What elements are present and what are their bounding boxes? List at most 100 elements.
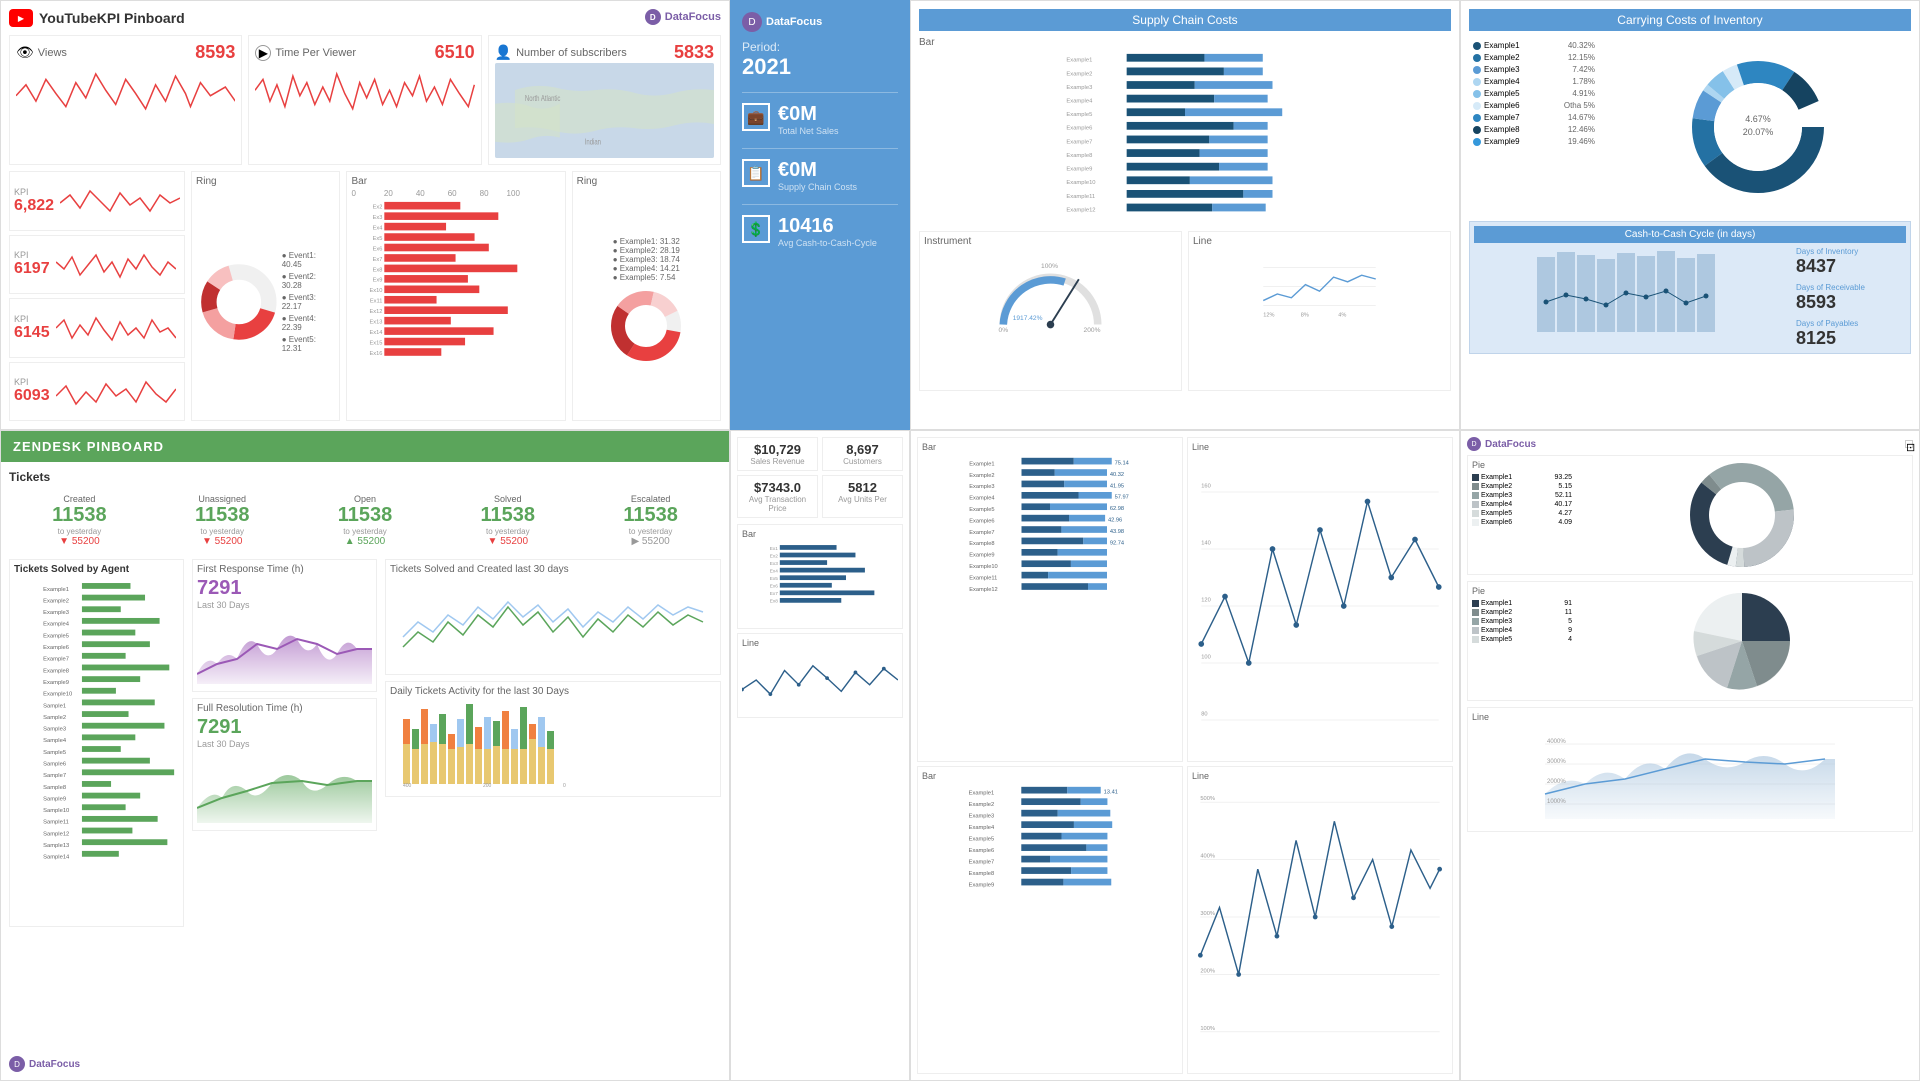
datafocus-brand: D DataFocus (645, 9, 721, 25)
svg-text:Example3: Example3 (1066, 85, 1092, 91)
period-year: 2021 (742, 54, 898, 80)
svg-text:Sample9: Sample9 (43, 796, 66, 802)
time-label: Time Per Viewer (275, 47, 356, 59)
right-panel-header: D DataFocus ⊡ (1467, 437, 1913, 451)
svg-text:Ex11: Ex11 (370, 299, 383, 305)
svg-text:Example8: Example8 (43, 668, 69, 674)
svg-text:Sample2: Sample2 (43, 715, 66, 721)
zendesk-header: ZENDESK PINBOARD (1, 431, 729, 462)
period-brand: DataFocus (766, 16, 822, 28)
solved-created-chart: Tickets Solved and Created last 30 days (385, 559, 721, 675)
legend-item-2: Example212.15% (1473, 53, 1595, 62)
svg-text:Indian: Indian (584, 138, 600, 147)
kpi-item-4: KPI 6093 (9, 362, 185, 422)
pie2-legend: Pie Example191 Example211 Example35 Exam… (1472, 586, 1572, 696)
svg-text:Ex12: Ex12 (370, 309, 383, 315)
svg-text:Example4: Example4 (1066, 99, 1093, 105)
datafocus-brand-label: DataFocus (665, 11, 721, 23)
svg-text:Example5: Example5 (969, 836, 995, 842)
svg-text:40.32: 40.32 (1110, 472, 1124, 478)
right-line-section: Line 1000% 2000% 3000% 4 (1467, 707, 1913, 832)
right-brand-label: DataFocus (1485, 439, 1536, 450)
svg-text:Example9: Example9 (969, 553, 994, 559)
svg-text:Ex2: Ex2 (770, 553, 779, 559)
svg-text:41.95: 41.95 (1110, 483, 1124, 489)
cash-cycle-bar-chart (1474, 247, 1790, 337)
tickets-label: Tickets (9, 470, 721, 484)
svg-text:Example6: Example6 (1066, 126, 1092, 132)
carrying-legend: Example140.32% Example212.15% Example37.… (1469, 37, 1599, 217)
svg-text:Ex7: Ex7 (373, 257, 383, 263)
chart-bar-top: Bar Example175.14 Example240.32 Example3… (917, 437, 1183, 762)
svg-text:200%: 200% (1084, 327, 1101, 334)
svg-text:Example8: Example8 (969, 871, 995, 877)
svg-text:Sample5: Sample5 (43, 750, 66, 756)
ticket-created: Created 11538 to yesterday ▼ 55200 (9, 490, 150, 551)
svg-text:2000%: 2000% (1547, 779, 1566, 785)
svg-text:4%: 4% (1338, 313, 1346, 319)
svg-text:120: 120 (1201, 597, 1211, 603)
carrying-donut-svg: 4.67% 20.07% (1688, 57, 1828, 197)
period-panel: D DataFocus Period: 2021 💼 €0M Total Net… (730, 0, 910, 430)
svg-text:Ex7: Ex7 (770, 591, 779, 597)
right-panel: D DataFocus ⊡ Pie Example193.25 Example2… (1460, 430, 1920, 1081)
svg-text:80: 80 (1201, 711, 1207, 717)
svg-text:Example10: Example10 (43, 692, 72, 698)
svg-text:Example7: Example7 (969, 530, 994, 536)
svg-text:1000%: 1000% (1547, 799, 1566, 805)
svg-text:Example2: Example2 (43, 598, 69, 604)
bar-chart-section: Bar 020406080100 (346, 171, 565, 421)
mid-line-svg (742, 650, 898, 710)
zendesk-brand-label: DataFocus (29, 1059, 80, 1070)
play-icon: ▶ (255, 45, 271, 61)
supply-chain-panel: Supply Chain Costs Bar Example1 Example2… (910, 0, 1460, 430)
cash-cycle-section: Cash-to-Cash Cycle (in days) (1469, 221, 1911, 354)
svg-text:Ex3: Ex3 (770, 561, 779, 567)
svg-text:20.07%: 20.07% (1743, 127, 1774, 137)
svg-text:Example7: Example7 (1066, 139, 1092, 145)
svg-text:42.96: 42.96 (1108, 517, 1122, 523)
svg-text:Example1: Example1 (43, 587, 69, 593)
net-sales-label: Total Net Sales (778, 126, 839, 136)
svg-text:Example10: Example10 (969, 564, 997, 570)
ring-chart-section: Ring ● Event1: 40.45 ● Event2: 30.28 ● E… (191, 171, 340, 421)
svg-text:North Atlantic: North Atlantic (525, 94, 561, 103)
svg-text:12%: 12% (1263, 313, 1274, 319)
right-menu-icon[interactable]: ⊡ (1905, 440, 1913, 448)
chart-line-top-svg: 80 100 120 140 160 (1192, 454, 1448, 739)
svg-text:4000%: 4000% (1547, 739, 1566, 745)
svg-text:200: 200 (483, 783, 492, 789)
ring2-donut-chart (606, 286, 686, 366)
youtube-title: YouTubeKPI Pinboard (39, 10, 185, 26)
svg-text:Sample1: Sample1 (43, 703, 66, 709)
mid-bar-svg: Ex1 Ex2 Ex3 Ex4 Ex5 Ex6 Ex7 Ex8 (742, 541, 898, 621)
views-sparkline (16, 63, 235, 123)
pie2-section: Pie Example191 Example211 Example35 Exam… (1467, 581, 1913, 701)
youtube-logo (9, 9, 33, 27)
svg-text:1917.42%: 1917.42% (1013, 315, 1043, 322)
svg-text:Example5: Example5 (1066, 112, 1092, 118)
supply-bar-chart: Bar Example1 Example2 Example3 Example4 … (919, 37, 1451, 227)
svg-text:92.74: 92.74 (1110, 540, 1124, 546)
pie1-legend-6: Example64.09 (1472, 519, 1572, 526)
pie2-legend-4: Example49 (1472, 627, 1572, 634)
pie1-legend-4: Example440.17 (1472, 501, 1572, 508)
ticket-escalated: Escalated 11538 to yesterday ▶ 55200 (580, 490, 721, 551)
svg-text:Example4: Example4 (969, 496, 994, 502)
svg-text:Example1: Example1 (1066, 58, 1092, 64)
agents-svg: Example1 Example2 Example3 Example4 Exam… (14, 579, 179, 919)
pie1-legend-1: Example193.25 (1472, 474, 1572, 481)
gauge-svg: 0% 100% 200% 1917.42% (924, 249, 1177, 334)
svg-text:Sample4: Sample4 (43, 738, 67, 744)
legend-item-1: Example140.32% (1473, 41, 1595, 50)
time-per-viewer-card: ▶ Time Per Viewer 6510 (248, 35, 481, 165)
supply-line-svg: 12% 8% 4% (1193, 249, 1446, 324)
svg-text:Example11: Example11 (1066, 194, 1095, 200)
cash-cycle-value: 10416 (778, 215, 877, 238)
svg-text:Ex5: Ex5 (373, 236, 383, 242)
svg-text:Example3: Example3 (969, 484, 994, 490)
svg-text:400%: 400% (1200, 854, 1215, 860)
user-icon: 👤 (495, 44, 512, 61)
eye-icon: 👁 (16, 44, 34, 61)
activity-stacked-svg: 400 200 0 (390, 699, 716, 789)
